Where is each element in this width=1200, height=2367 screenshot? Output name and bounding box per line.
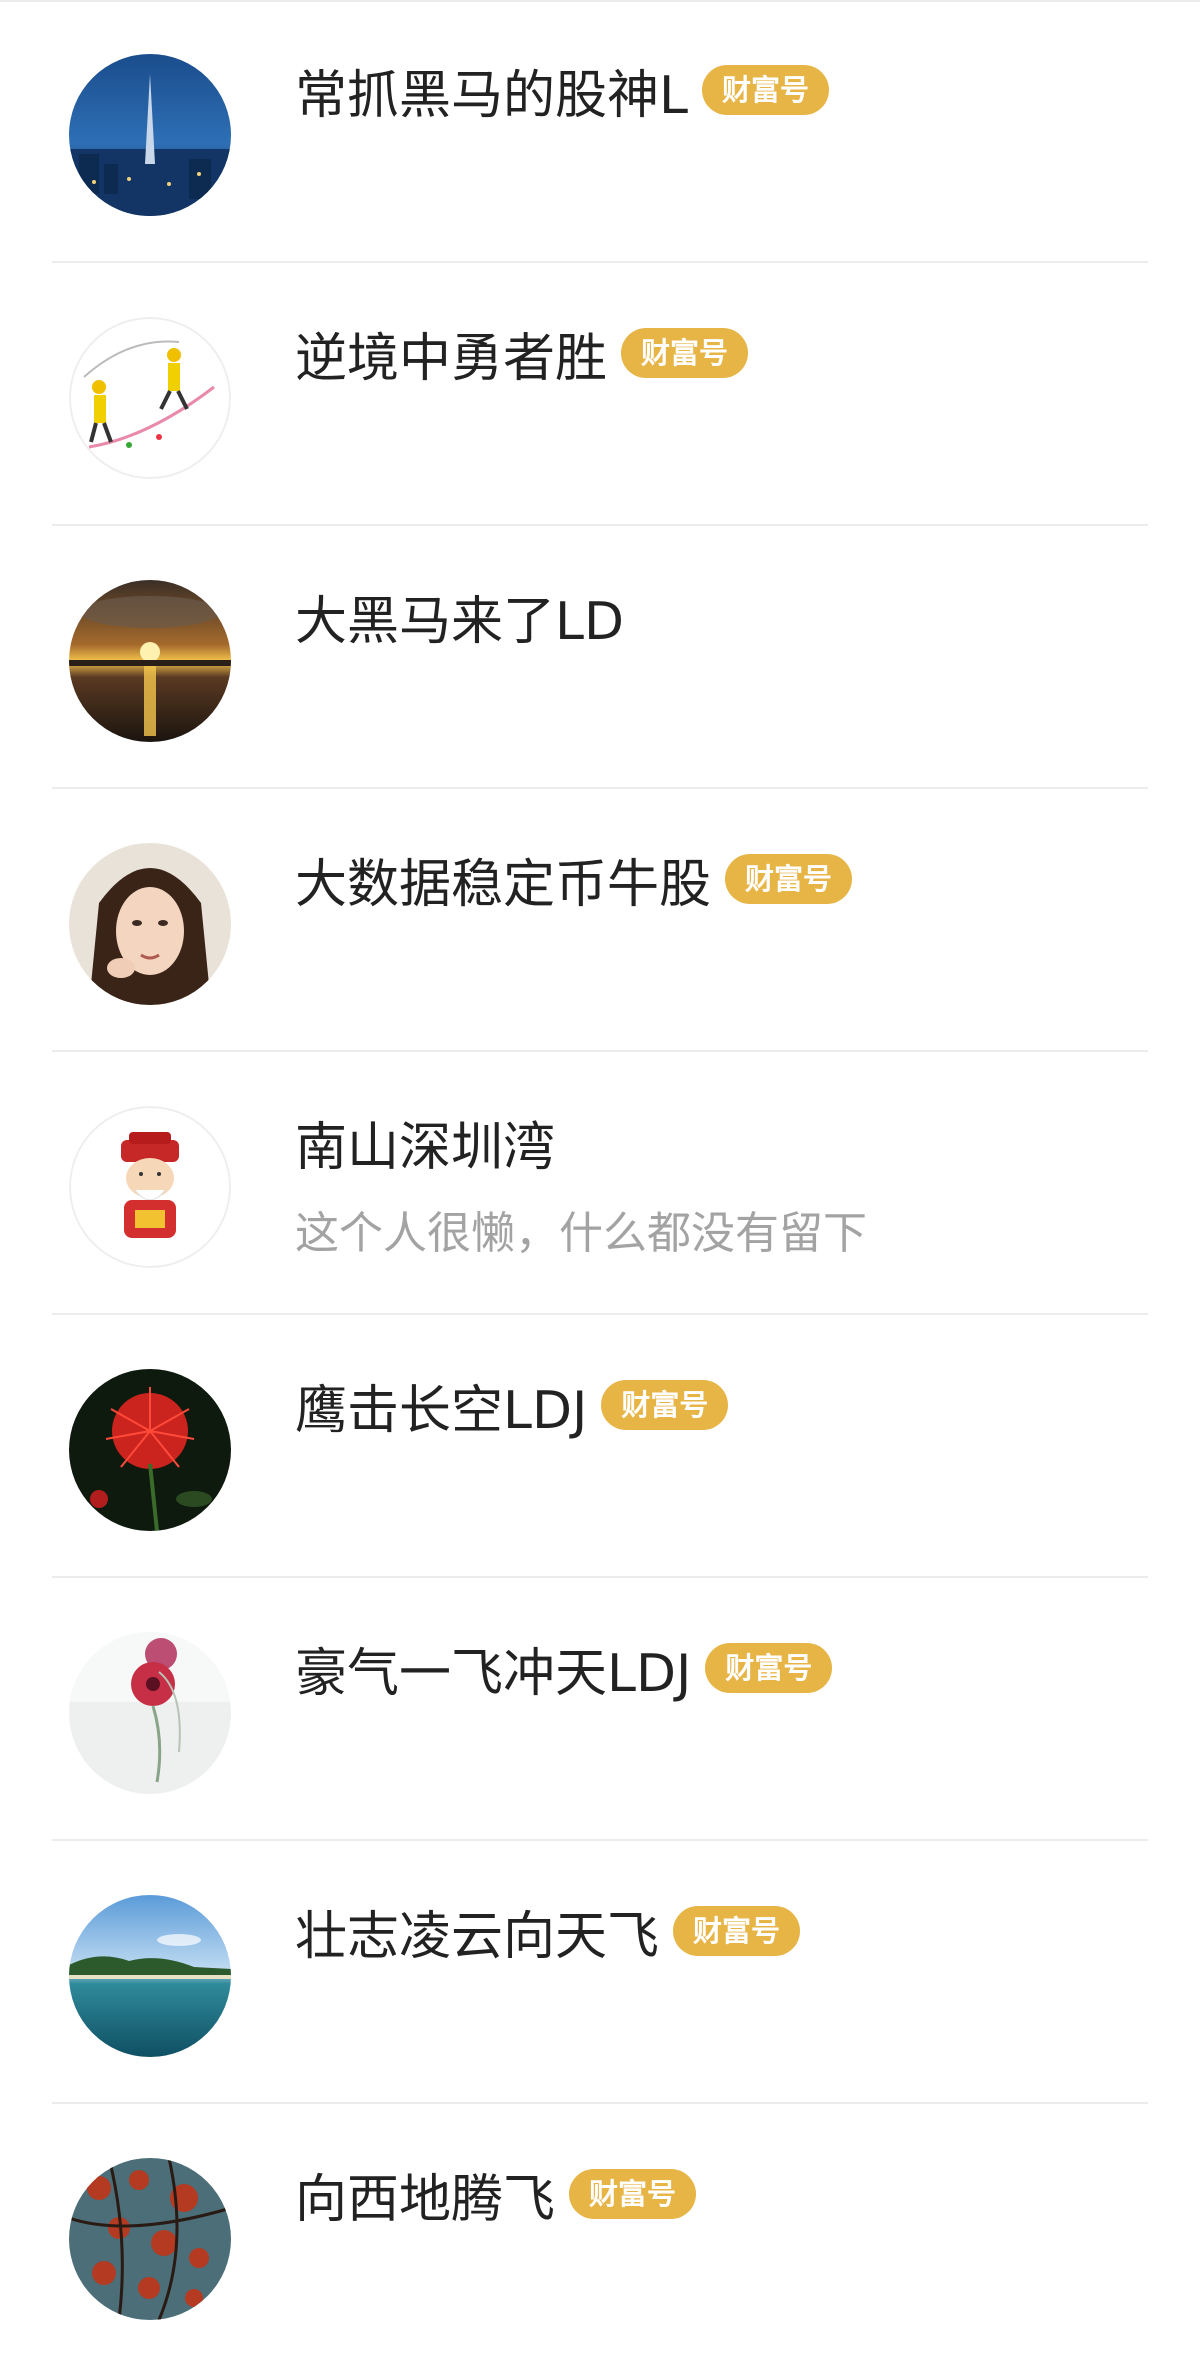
user-bio: 这个人很懒，什么都没有留下 [295, 1208, 867, 1259]
user-name[interactable]: 壮志凌云向天飞 [295, 1894, 659, 1969]
user-row[interactable]: 逆境中勇者胜 财富号 [0, 263, 1200, 526]
user-row[interactable]: 鹰击长空LDJ 财富号 [0, 1315, 1200, 1578]
user-name[interactable]: 逆境中勇者胜 [295, 316, 607, 391]
wealth-badge: 财富号 [701, 65, 829, 115]
name-line: 向西地腾飞 财富号 [295, 2156, 697, 2232]
user-row[interactable]: 大黑马来了LD [0, 526, 1200, 789]
user-row[interactable]: 南山深圳湾 这个人很懒，什么都没有留下 [0, 1052, 1200, 1315]
name-line: 鹰击长空LDJ 财富号 [295, 1367, 729, 1443]
tropical-island-sea-avatar[interactable] [69, 1895, 231, 2057]
wealth-badge: 财富号 [601, 1380, 729, 1430]
user-row[interactable]: 常抓黑马的股神L 财富号 [0, 0, 1200, 263]
name-line: 豪气一飞冲天LDJ 财富号 [295, 1630, 833, 1706]
user-row[interactable]: 豪气一飞冲天LDJ 财富号 [0, 1578, 1200, 1841]
user-name[interactable]: 大黑马来了LD [295, 579, 624, 654]
user-row[interactable]: 壮志凌云向天飞 财富号 [0, 1841, 1200, 2104]
user-name[interactable]: 南山深圳湾 [295, 1105, 555, 1180]
city-night-tower-avatar[interactable] [69, 54, 231, 216]
autumn-leaves-avatar[interactable] [69, 2158, 231, 2320]
name-line: 常抓黑马的股神L 财富号 [295, 52, 829, 128]
wealth-badge: 财富号 [621, 328, 749, 378]
user-row[interactable]: 向西地腾飞 财富号 [0, 2104, 1200, 2367]
name-line: 大黑马来了LD [295, 578, 624, 654]
user-list: 常抓黑马的股神L 财富号 逆境中勇者胜 财富号 大黑马来了LD 大数据稳定币牛股… [0, 0, 1200, 2326]
red-flower-dark-avatar[interactable] [69, 1369, 231, 1531]
wealth-badge: 财富号 [705, 1643, 833, 1693]
woman-portrait-avatar[interactable] [69, 843, 231, 1005]
climbing-workers-cartoon-avatar[interactable] [69, 317, 231, 479]
name-line: 大数据稳定币牛股 财富号 [295, 841, 853, 917]
name-line: 南山深圳湾 [295, 1104, 555, 1180]
user-name[interactable]: 豪气一飞冲天LDJ [295, 1631, 691, 1706]
pink-flowers-avatar[interactable] [69, 1632, 231, 1794]
wealth-badge: 财富号 [725, 854, 853, 904]
fortune-god-cartoon-avatar[interactable] [69, 1106, 231, 1268]
name-line: 壮志凌云向天飞 财富号 [295, 1893, 801, 1969]
user-name[interactable]: 鹰击长空LDJ [295, 1368, 587, 1443]
user-row[interactable]: 大数据稳定币牛股 财富号 [0, 789, 1200, 1052]
name-line: 逆境中勇者胜 财富号 [295, 315, 749, 391]
user-name[interactable]: 向西地腾飞 [295, 2157, 555, 2232]
user-name[interactable]: 大数据稳定币牛股 [295, 842, 711, 917]
sunset-over-water-avatar[interactable] [69, 580, 231, 742]
wealth-badge: 财富号 [569, 2169, 697, 2219]
wealth-badge: 财富号 [673, 1906, 801, 1956]
user-name[interactable]: 常抓黑马的股神L [295, 53, 688, 128]
